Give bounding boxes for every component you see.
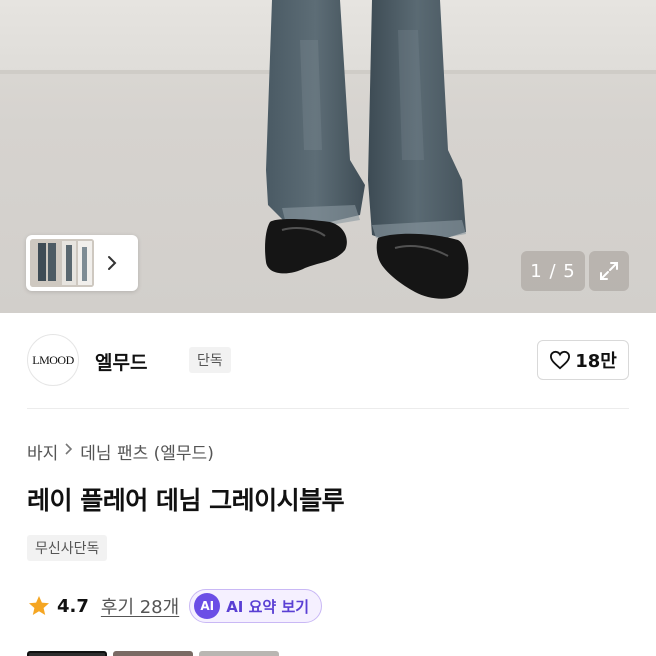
star-icon (29, 596, 49, 615)
brand-logo[interactable]: LMOOD (27, 334, 79, 386)
option-thumbnail[interactable] (113, 651, 193, 656)
divider (27, 408, 629, 409)
like-button[interactable]: 18만 (537, 340, 629, 380)
product-tag: 무신사단독 (27, 535, 108, 561)
breadcrumb-item[interactable]: 데님 팬츠 (엘무드) (80, 439, 214, 464)
option-thumbnails (27, 651, 279, 656)
gallery-thumbnail[interactable] (30, 239, 94, 287)
ai-summary-button[interactable]: AI AI 요약 보기 (189, 589, 323, 623)
review-link[interactable]: 후기 28개 (101, 593, 179, 619)
exclusive-badge: 단독 (189, 347, 231, 373)
option-thumbnail[interactable] (199, 651, 279, 656)
brand-name[interactable]: 엘무드 (95, 348, 147, 375)
product-title: 레이 플레어 데님 그레이시블루 (27, 486, 345, 515)
chevron-right-icon[interactable] (94, 239, 130, 287)
product-page: 1 / 5 LMOOD 엘무드 단독 18만 바지 데님 팬츠 (엘무드) 레이… (0, 0, 656, 656)
rating-row: 4.7 후기 28개 AI AI 요약 보기 (27, 589, 323, 623)
gallery-thumbnail-strip[interactable] (26, 235, 138, 291)
rating-value: 4.7 (57, 595, 89, 617)
brand-row: LMOOD 엘무드 단독 18만 (27, 334, 629, 388)
thumbnail-image (30, 239, 94, 287)
breadcrumb: 바지 데님 팬츠 (엘무드) (27, 439, 214, 464)
ai-summary-label: AI 요약 보기 (226, 597, 310, 616)
option-thumbnail[interactable] (27, 651, 107, 656)
like-count: 18만 (575, 351, 617, 372)
ai-badge-icon: AI (194, 593, 221, 619)
heart-outline-icon (550, 350, 571, 370)
expand-icon[interactable] (589, 251, 629, 291)
breadcrumb-item[interactable]: 바지 (27, 439, 58, 464)
chevron-right-icon (64, 442, 74, 460)
image-counter: 1 / 5 (521, 251, 585, 291)
product-image[interactable]: 1 / 5 (0, 0, 656, 313)
